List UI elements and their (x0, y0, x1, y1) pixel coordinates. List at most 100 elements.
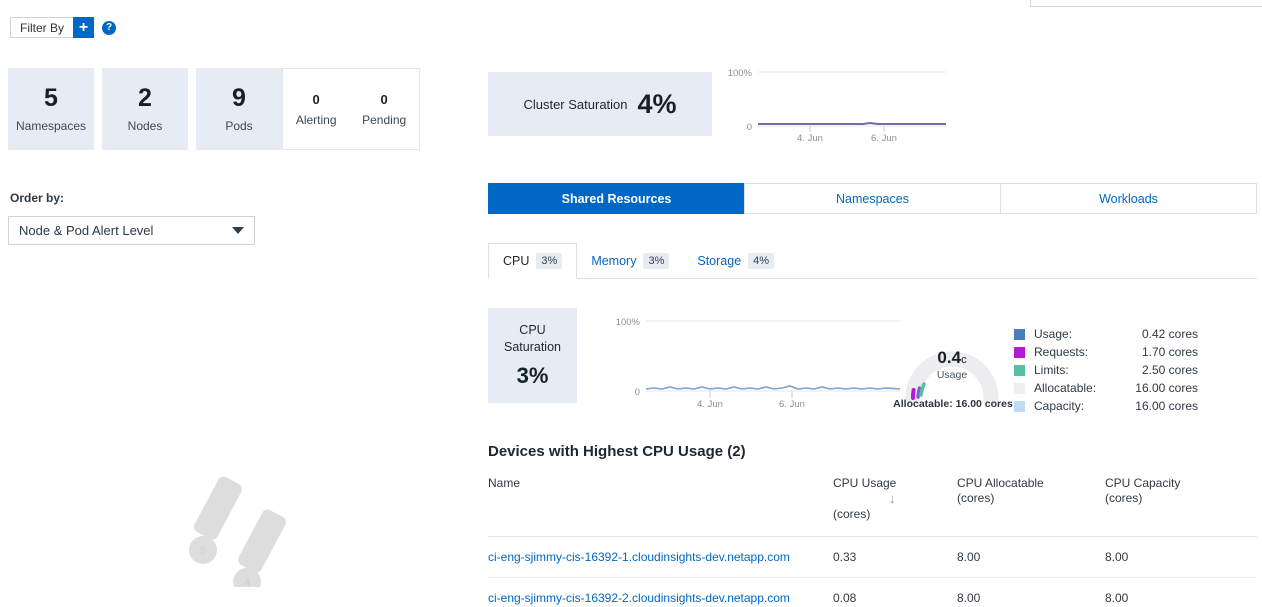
add-filter-button[interactable]: + (73, 17, 94, 38)
order-by-label: Order by: (10, 191, 64, 205)
table-row: ci-eng-sjimmy-cis-16392-1.cloudinsights-… (488, 537, 1257, 578)
subtab-badge: 4% (748, 253, 774, 269)
tab-shared-resources[interactable]: Shared Resources (488, 183, 745, 214)
cell-cpu-usage: 0.33 (833, 537, 957, 578)
legend-swatch-icon (1014, 401, 1025, 412)
tab-label: Shared Resources (562, 192, 672, 206)
kpi-value: 9 (232, 85, 246, 113)
cpu-saturation-value: 3% (517, 363, 549, 389)
kpi-value: 0 (381, 92, 388, 107)
column-sublabel: (cores) (957, 491, 1105, 506)
legend-value: 2.50 cores (1120, 363, 1198, 377)
column-header-cpu-capacity[interactable]: CPU Capacity (cores) (1105, 476, 1257, 537)
legend-item-requests: Requests: 1.70 cores (1014, 343, 1204, 361)
column-header-cpu-allocatable[interactable]: CPU Allocatable (cores) (957, 476, 1105, 537)
subtabs-underline (488, 278, 1257, 279)
devices-table-title: Devices with Highest CPU Usage (2) (488, 443, 746, 460)
cpu-usage-gauge: 0.4c Usage Allocatable: 16.00 cores (893, 318, 1011, 414)
kpi-label: Alerting (296, 113, 337, 127)
order-by-value: Node & Pod Alert Level (19, 223, 153, 238)
kpi-value: 2 (138, 85, 152, 113)
kpi-pending: 0 Pending (362, 92, 406, 127)
header-divider (0, 0, 1262, 7)
device-link[interactable]: ci-eng-sjimmy-cis-16392-2.cloudinsights-… (488, 591, 790, 605)
chart-ytick-bottom: 0 (635, 387, 640, 398)
tab-workloads[interactable]: Workloads (1000, 183, 1257, 214)
legend-swatch-icon (1014, 329, 1025, 340)
chart-ytick-top: 100% (728, 68, 753, 79)
legend-value: 16.00 cores (1120, 381, 1198, 395)
sort-descending-icon[interactable]: ↓ (889, 491, 896, 507)
kpi-card-pods[interactable]: 9 Pods (196, 68, 282, 150)
column-label: Name (488, 476, 520, 490)
cpu-saturation-chart: 100% 0 4. Jun 6. Jun (602, 310, 902, 410)
filter-bar: Filter By + ? (10, 17, 116, 38)
subtab-label: Memory (591, 254, 636, 268)
subtab-badge: 3% (536, 253, 562, 269)
tab-namespaces[interactable]: Namespaces (744, 183, 1001, 214)
cell-cpu-allocatable: 8.00 (957, 537, 1105, 578)
kpi-label: Pending (362, 113, 406, 127)
devices-table: Name CPU Usage↓ (cores) CPU Allocatable … (488, 476, 1257, 607)
legend-item-usage: Usage: 0.42 cores (1014, 325, 1204, 343)
chart-xtick-2: 6. Jun (779, 399, 805, 410)
legend-label: Requests: (1034, 345, 1120, 359)
svg-text:5: 5 (200, 545, 206, 557)
kpi-label: Nodes (128, 119, 163, 133)
cpu-saturation-title-line2: Saturation (504, 339, 561, 356)
cpu-saturation-title-line1: CPU (519, 322, 545, 339)
header-rule-vertical-divider (1030, 0, 1031, 7)
subtab-label: Storage (697, 254, 741, 268)
column-label: CPU Capacity (1105, 476, 1180, 490)
resource-tabs: Shared Resources Namespaces Workloads (488, 183, 1257, 214)
table-row: ci-eng-sjimmy-cis-16392-2.cloudinsights-… (488, 578, 1257, 607)
legend-label: Limits: (1034, 363, 1120, 377)
header-rule-line (1030, 6, 1262, 7)
kpi-card-namespaces[interactable]: 5 Namespaces (8, 68, 94, 150)
column-label: CPU Allocatable (957, 476, 1044, 490)
kpi-label: Namespaces (16, 119, 86, 133)
legend-item-capacity: Capacity: 16.00 cores (1014, 397, 1204, 415)
cell-cpu-capacity: 8.00 (1105, 537, 1257, 578)
column-header-cpu-usage[interactable]: CPU Usage↓ (cores) (833, 476, 957, 537)
legend-swatch-icon (1014, 383, 1025, 394)
cpu-saturation-card: CPU Saturation 3% (488, 308, 577, 403)
help-icon[interactable]: ? (102, 21, 116, 35)
column-sublabel: (cores) (1105, 491, 1257, 506)
cluster-saturation-value: 4% (638, 91, 677, 118)
subtab-label: CPU (503, 254, 529, 268)
svg-text:4: 4 (244, 577, 250, 587)
table-header-row: Name CPU Usage↓ (cores) CPU Allocatable … (488, 476, 1257, 537)
legend-item-limits: Limits: 2.50 cores (1014, 361, 1204, 379)
kpi-value: 5 (44, 85, 58, 113)
column-label: CPU Usage (833, 476, 896, 490)
subtab-storage[interactable]: Storage 4% (683, 243, 788, 279)
dashboard-root: Filter By + ? 5 Namespaces 2 Nodes 9 Pod… (0, 0, 1262, 607)
legend-label: Usage: (1034, 327, 1120, 341)
gauge-footer: Allocatable: 16.00 cores (890, 398, 1016, 410)
kpi-card-nodes[interactable]: 2 Nodes (102, 68, 188, 150)
subtab-cpu[interactable]: CPU 3% (488, 243, 577, 279)
tab-label: Workloads (1099, 192, 1158, 206)
subtab-memory[interactable]: Memory 3% (577, 243, 683, 279)
legend-swatch-icon (1014, 365, 1025, 376)
legend-label: Capacity: (1034, 399, 1120, 413)
legend-value: 16.00 cores (1120, 399, 1198, 413)
chart-xtick-1: 4. Jun (797, 133, 823, 142)
order-by-select[interactable]: Node & Pod Alert Level (8, 216, 255, 245)
chart-ytick-bottom: 0 (747, 122, 752, 133)
filter-by-label[interactable]: Filter By (10, 17, 73, 38)
kpi-label: Pods (225, 119, 252, 133)
cluster-saturation-chart: 100% 0 4. Jun 6. Jun (718, 62, 948, 142)
chevron-down-icon (232, 227, 244, 234)
column-header-name[interactable]: Name (488, 476, 833, 537)
cell-cpu-usage: 0.08 (833, 578, 957, 607)
kpi-value: 0 (313, 92, 320, 107)
cell-cpu-allocatable: 8.00 (957, 578, 1105, 607)
column-sublabel: (cores) (833, 507, 957, 522)
cpu-usage-legend: Usage: 0.42 cores Requests: 1.70 cores L… (1014, 325, 1204, 415)
cluster-saturation-title: Cluster Saturation (523, 97, 627, 112)
cluster-saturation-card: Cluster Saturation 4% (488, 72, 712, 136)
kpi-card-alerts[interactable]: 0 Alerting 0 Pending (282, 68, 420, 150)
device-link[interactable]: ci-eng-sjimmy-cis-16392-1.cloudinsights-… (488, 550, 790, 564)
